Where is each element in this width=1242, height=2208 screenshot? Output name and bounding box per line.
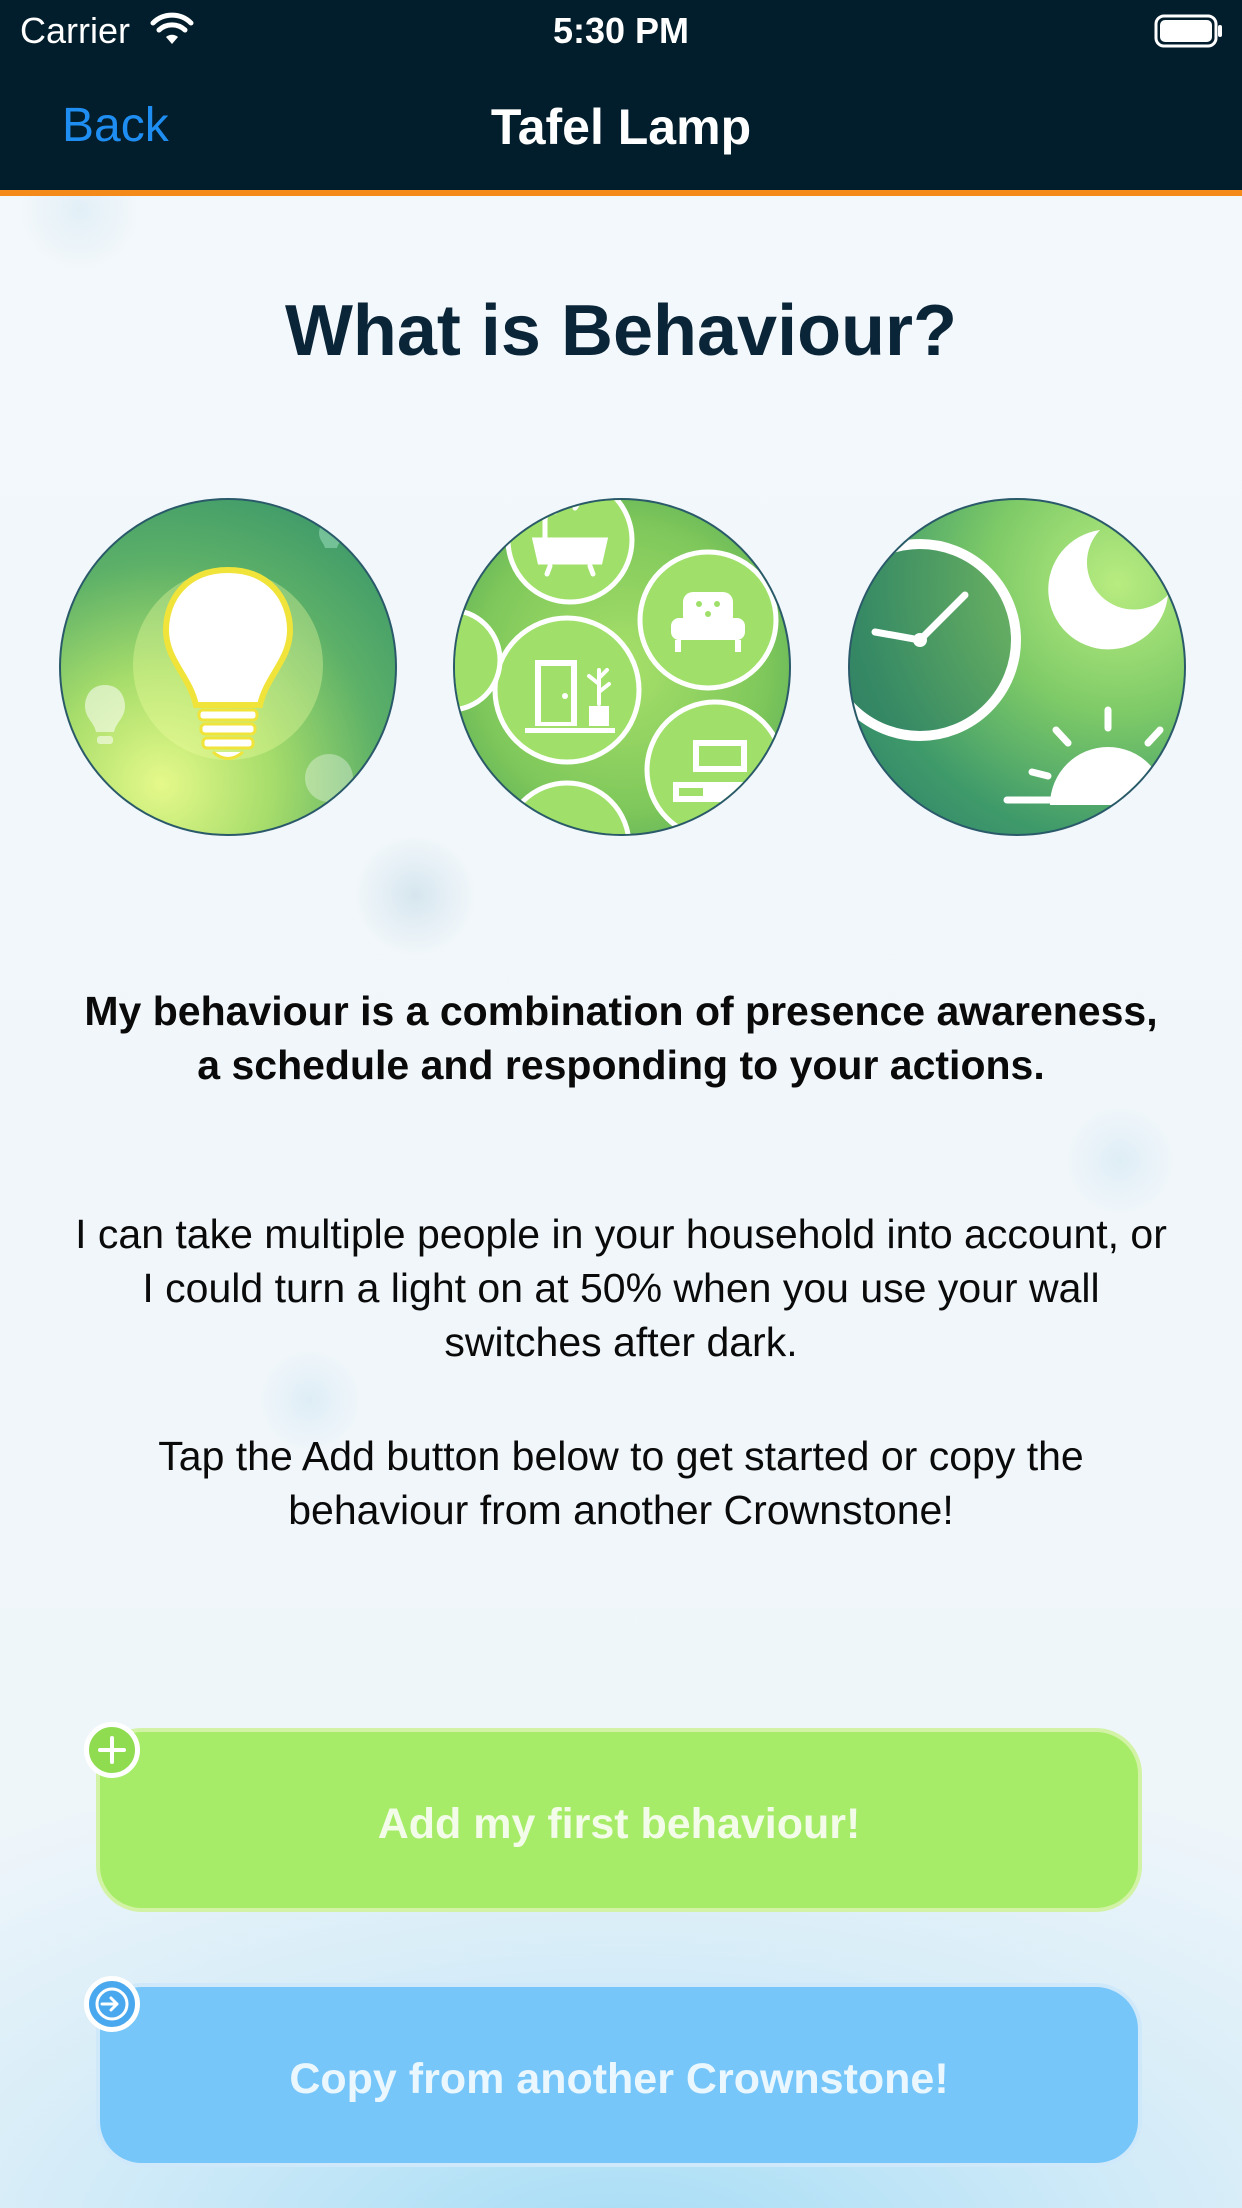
- lightbulb-icon: [85, 520, 353, 802]
- plus-icon: [84, 1722, 140, 1778]
- clock-moon-sun-icon: [850, 530, 1184, 805]
- schedule-illustration: [848, 498, 1186, 836]
- page-title: Tafel Lamp: [490, 99, 752, 155]
- copy-behaviour-button[interactable]: Copy from another Crownstone!: [96, 1983, 1142, 2167]
- intro-text: My behaviour is a combination of presenc…: [84, 988, 1158, 1088]
- battery-icon: [1154, 14, 1222, 48]
- lightbulb-illustration: [59, 498, 397, 836]
- section-heading: What is Behaviour?: [284, 291, 958, 371]
- rooms-illustration: [453, 498, 791, 836]
- rooms-icon: [455, 500, 786, 834]
- nav-accent-line: [0, 190, 1242, 196]
- description-text: I can take multiple people in your house…: [75, 1211, 1167, 1365]
- navigation-bar: Carrier 5:30 PM Back Tafel Lamp: [0, 0, 1242, 190]
- instruction-text: Tap the Add button below to get started …: [158, 1433, 1084, 1533]
- add-behaviour-button[interactable]: Add my first behaviour!: [96, 1728, 1142, 1912]
- sign-in-arrow-icon: [84, 1976, 140, 2032]
- clock-label: 5:30 PM: [552, 10, 690, 51]
